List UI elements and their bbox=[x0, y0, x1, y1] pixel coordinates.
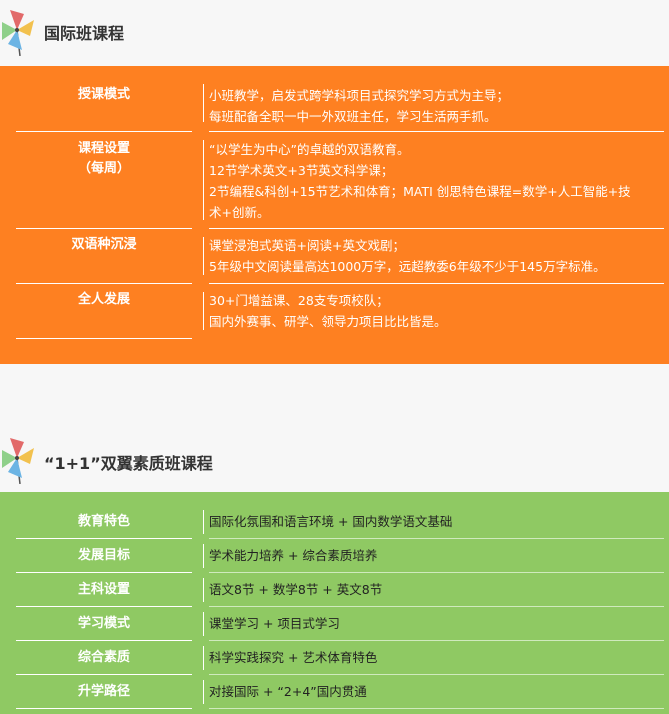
divider bbox=[203, 140, 204, 220]
row-label: 双语种沉浸 bbox=[71, 237, 137, 252]
divider bbox=[203, 237, 204, 275]
row-text: 小班教学，启发式跨学科项目式探究学习方式为主导； 每班配备全职一中一外双班主任，… bbox=[209, 85, 664, 127]
row-separator bbox=[209, 283, 664, 284]
row-label: 课程设置 （每周） bbox=[16, 139, 192, 179]
section-title: 国际班课程 bbox=[44, 24, 125, 43]
divider bbox=[203, 84, 204, 122]
row-line: 每班配备全职一中一外双班主任，学习生活两手抓。 bbox=[209, 109, 497, 124]
row-separator bbox=[209, 131, 664, 132]
row-line: 2节编程&科创+15节艺术和体育；MATI 创思特色课程=数学+人工智能+技 bbox=[209, 184, 631, 199]
row-text: 学术能力培养 + 综合素质培养 bbox=[209, 548, 378, 563]
row-separator bbox=[209, 674, 664, 675]
international-course-panel: 授课模式 小班教学，启发式跨学科项目式探究学习方式为主导； 每班配备全职一中一外… bbox=[0, 66, 669, 364]
row-text: 30+门增益课、28支专项校队； 国内外赛事、研学、领导力项目比比皆是。 bbox=[209, 290, 664, 332]
row-line: 小班教学，启发式跨学科项目式探究学习方式为主导； bbox=[209, 88, 510, 103]
row-separator bbox=[16, 572, 192, 573]
row-separator bbox=[16, 606, 192, 607]
row-separator bbox=[16, 674, 192, 675]
divider bbox=[203, 544, 204, 568]
row-label: 教育特色 bbox=[77, 514, 130, 529]
row-text: 课堂浸泡式英语+阅读+英文戏剧； 5年级中文阅读量高达1000万字，远超教委6年… bbox=[209, 235, 664, 277]
row-label: 全人发展 bbox=[77, 292, 130, 307]
row-text: 语文8节 + 数学8节 + 英文8节 bbox=[209, 582, 383, 597]
section-title: “1+1”双翼素质班课程 bbox=[44, 454, 213, 473]
row-separator bbox=[209, 708, 664, 709]
divider bbox=[203, 646, 204, 670]
divider bbox=[203, 292, 204, 330]
row-line: 5年级中文阅读量高达1000万字，远超教委6年级不少于145万字标准。 bbox=[209, 259, 606, 274]
row-separator bbox=[209, 640, 664, 641]
row-text: 科学实践探究 + 艺术体育特色 bbox=[209, 650, 378, 665]
row-separator bbox=[16, 708, 192, 709]
divider bbox=[203, 680, 204, 704]
section-header-international: 国际班课程 bbox=[0, 6, 669, 56]
row-line: “以学生为中心”的卓越的双语教育。 bbox=[209, 142, 410, 157]
row-separator bbox=[209, 538, 664, 539]
row-label: 综合素质 bbox=[77, 650, 130, 665]
row-separator bbox=[209, 606, 664, 607]
row-text: 对接国际 + “2+4”国内贯通 bbox=[209, 684, 367, 699]
row-line: 12节学术英文+3节英文科学课； bbox=[209, 163, 394, 178]
pinwheel-icon bbox=[2, 438, 34, 484]
pinwheel-icon bbox=[2, 10, 34, 56]
divider bbox=[203, 510, 204, 534]
row-separator bbox=[16, 228, 192, 229]
row-separator bbox=[16, 640, 192, 641]
section-header-dual-wing: “1+1”双翼素质班课程 bbox=[0, 434, 669, 484]
row-separator bbox=[16, 338, 192, 339]
row-label: 学习模式 bbox=[77, 616, 130, 631]
row-label: 发展目标 bbox=[77, 548, 130, 563]
row-separator bbox=[16, 538, 192, 539]
row-label: 主科设置 bbox=[77, 582, 130, 597]
row-separator bbox=[209, 228, 664, 229]
row-label-sub: （每周） bbox=[77, 161, 130, 176]
row-label: 授课模式 bbox=[77, 87, 130, 102]
row-label-main: 课程设置 bbox=[77, 141, 130, 156]
row-separator bbox=[16, 283, 192, 284]
row-text: “以学生为中心”的卓越的双语教育。 12节学术英文+3节英文科学课； 2节编程&… bbox=[209, 139, 664, 223]
row-line: 课堂浸泡式英语+阅读+英文戏剧； bbox=[209, 238, 405, 253]
row-line: 30+门增益课、28支专项校队； bbox=[209, 293, 389, 308]
row-line: 术+创新。 bbox=[209, 205, 270, 220]
row-line: 国内外赛事、研学、领导力项目比比皆是。 bbox=[209, 314, 447, 329]
divider bbox=[203, 612, 204, 636]
row-text: 课堂学习 + 项目式学习 bbox=[209, 616, 340, 631]
row-separator bbox=[16, 131, 192, 132]
dual-wing-course-panel: 教育特色 国际化氛围和语言环境 + 国内数学语文基础 发展目标 学术能力培养 +… bbox=[0, 492, 669, 714]
row-text: 国际化氛围和语言环境 + 国内数学语文基础 bbox=[209, 514, 453, 529]
row-label: 升学路径 bbox=[77, 684, 130, 699]
row-separator bbox=[209, 572, 664, 573]
divider bbox=[203, 578, 204, 602]
